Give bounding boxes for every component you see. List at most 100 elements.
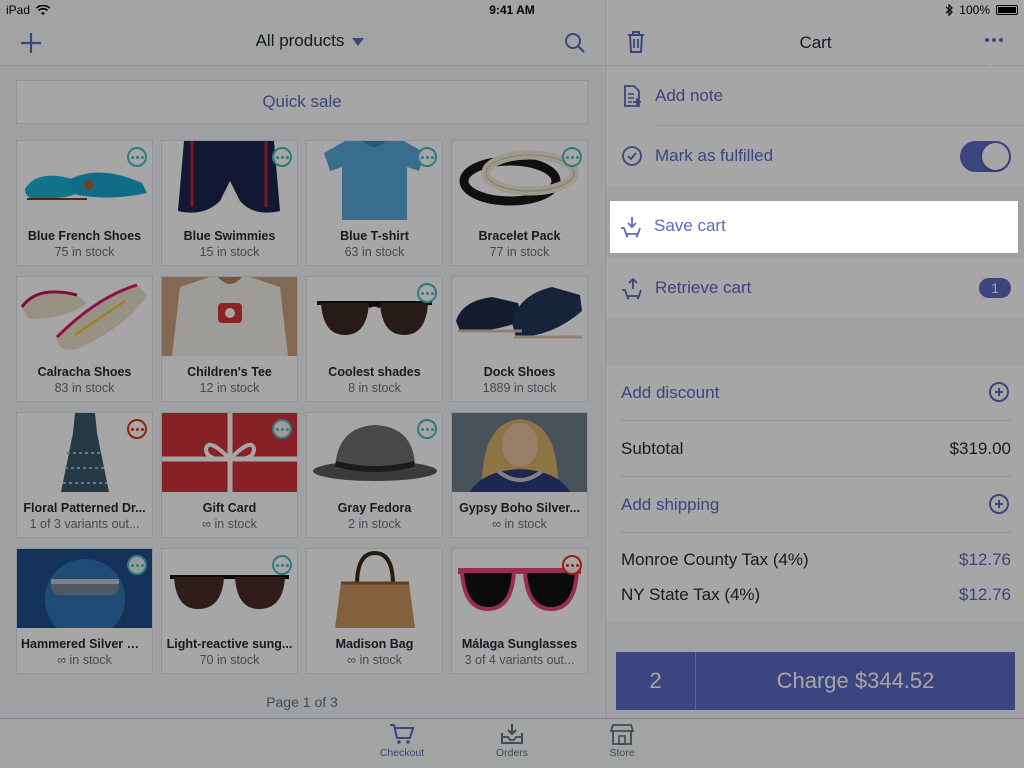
tax-label: Monroe County Tax (4%) — [621, 550, 809, 569]
product-name: Blue French Shoes — [27, 229, 142, 243]
product-stock: ∞ in stock — [347, 653, 402, 667]
product-stock: 75 in stock — [54, 245, 115, 259]
subtotal-row: Subtotal $319.00 — [621, 421, 1011, 477]
retrieve-cart-item[interactable]: Retrieve cart 1 — [606, 258, 1024, 318]
product-card[interactable]: Málaga Sunglasses 3 of 4 variants out... — [451, 548, 588, 674]
tax-row: NY State Tax (4%) $12.76 — [621, 585, 1011, 605]
add-shipping-row[interactable]: Add shipping — [621, 477, 1011, 533]
add-shipping-plus-icon — [989, 494, 1009, 514]
product-card[interactable]: Dock Shoes 1889 in stock — [451, 276, 588, 402]
product-card[interactable]: Floral Patterned Dr... 1 of 3 variants o… — [16, 412, 153, 538]
tab-checkout-label: Checkout — [379, 747, 425, 759]
cart-upload-icon — [622, 277, 642, 300]
product-name: Hammered Silver Ri... — [21, 637, 148, 651]
tab-orders[interactable]: Orders — [472, 723, 552, 759]
item-quantity-button[interactable]: 2 — [616, 652, 696, 710]
product-stock: ∞ in stock — [57, 653, 112, 667]
clear-cart-button[interactable] — [624, 28, 648, 56]
product-card[interactable]: Gray Fedora 2 in stock — [306, 412, 443, 538]
tab-orders-label: Orders — [495, 747, 529, 759]
note-icon — [624, 85, 641, 107]
charge-button[interactable]: Charge $344.52 — [696, 652, 1015, 710]
popover-arrow — [979, 64, 1001, 75]
tab-checkout[interactable]: Checkout — [362, 723, 442, 759]
product-name: Dock Shoes — [483, 365, 556, 379]
add-note-label: Add note — [655, 86, 724, 105]
add-product-button[interactable] — [16, 28, 46, 58]
product-card[interactable]: Blue Swimmies 15 in stock — [161, 140, 298, 266]
product-stock: 2 in stock — [348, 517, 401, 531]
mark-fulfilled-item[interactable]: Mark as fulfilled — [606, 126, 1024, 186]
cart-icon — [390, 724, 415, 744]
product-card[interactable]: Blue French Shoes 75 in stock — [16, 140, 153, 266]
product-name: Coolest shades — [328, 365, 421, 379]
more-options-icon[interactable] — [417, 283, 437, 303]
fulfilled-toggle[interactable] — [960, 141, 1011, 172]
product-card[interactable]: Calracha Shoes 83 in stock — [16, 276, 153, 402]
more-options-icon[interactable] — [127, 419, 147, 439]
product-stock: 15 in stock — [199, 245, 260, 259]
search-icon — [565, 33, 585, 53]
more-options-icon[interactable] — [272, 419, 292, 439]
more-options-icon[interactable] — [417, 147, 437, 167]
product-image — [17, 277, 152, 356]
collection-dropdown[interactable]: All products — [200, 31, 420, 51]
more-options-icon[interactable] — [417, 419, 437, 439]
more-options-icon[interactable] — [562, 555, 582, 575]
product-image — [307, 549, 442, 628]
mark-fulfilled-label: Mark as fulfilled — [655, 146, 774, 165]
more-options-icon[interactable] — [272, 555, 292, 575]
product-name: Children's Tee — [187, 365, 272, 379]
add-discount-plus-icon — [989, 382, 1009, 402]
more-options-icon[interactable] — [562, 147, 582, 167]
more-options-icon[interactable] — [127, 555, 147, 575]
product-name: Madison Bag — [335, 637, 414, 651]
product-card[interactable]: Hammered Silver Ri... ∞ in stock — [16, 548, 153, 674]
more-options-icon[interactable] — [127, 147, 147, 167]
products-pane: All products Quick sale Blue French Shoe… — [0, 0, 604, 718]
add-note-item[interactable]: Add note — [606, 66, 1024, 126]
product-card[interactable]: Blue T-shirt 63 in stock — [306, 140, 443, 266]
saved-carts-count-badge: 1 — [979, 278, 1011, 298]
product-card[interactable]: Gift Card ∞ in stock — [161, 412, 298, 538]
product-stock: 3 of 4 variants out... — [464, 653, 575, 667]
tab-bar: Checkout Orders Store — [0, 718, 1024, 768]
save-cart-item[interactable]: Save cart — [610, 201, 1018, 253]
product-card[interactable]: Light-reactive sung... 70 in stock — [161, 548, 298, 674]
product-card[interactable]: Madison Bag ∞ in stock — [306, 548, 443, 674]
tax-value: $12.76 — [959, 550, 1011, 569]
cart-summary: Add discount Subtotal $319.00 Add shippi… — [606, 365, 1024, 621]
product-card[interactable]: Coolest shades 8 in stock — [306, 276, 443, 402]
cart-download-icon — [621, 217, 641, 238]
product-image — [162, 277, 297, 356]
more-options-icon[interactable] — [272, 147, 292, 167]
trash-icon — [628, 31, 644, 53]
quick-sale-button[interactable]: Quick sale — [16, 80, 588, 124]
battery-icon — [996, 5, 1018, 15]
tab-store[interactable]: Store — [582, 723, 662, 759]
product-name: Gypsy Boho Silver... — [459, 501, 580, 515]
product-name: Light-reactive sung... — [166, 637, 293, 651]
subtotal-value: $319.00 — [949, 439, 1011, 458]
check-circle-icon — [622, 146, 642, 166]
product-name: Gray Fedora — [337, 501, 412, 515]
product-name: Gift Card — [202, 501, 257, 515]
tax-label: NY State Tax (4%) — [621, 585, 761, 604]
status-bar: iPad 9:41 AM 100% — [0, 0, 1024, 20]
page-indicator: Page 1 of 3 — [266, 694, 338, 710]
collection-title: All products — [255, 31, 345, 50]
charge-bar: 2 Charge $344.52 — [616, 652, 1015, 710]
add-discount-row[interactable]: Add discount — [621, 365, 1011, 421]
product-name: Blue T-shirt — [340, 229, 409, 243]
product-stock: 8 in stock — [348, 381, 401, 395]
product-stock: ∞ in stock — [492, 517, 547, 531]
product-name: Bracelet Pack — [478, 229, 561, 243]
product-image — [452, 413, 587, 492]
product-card[interactable]: Children's Tee 12 in stock — [161, 276, 298, 402]
ellipsis-icon — [985, 38, 989, 42]
product-card[interactable]: Bracelet Pack 77 in stock — [451, 140, 588, 266]
product-card[interactable]: Gypsy Boho Silver... ∞ in stock — [451, 412, 588, 538]
search-button[interactable] — [560, 28, 590, 58]
cart-more-menu-button[interactable] — [982, 32, 1006, 48]
store-icon — [610, 724, 634, 745]
